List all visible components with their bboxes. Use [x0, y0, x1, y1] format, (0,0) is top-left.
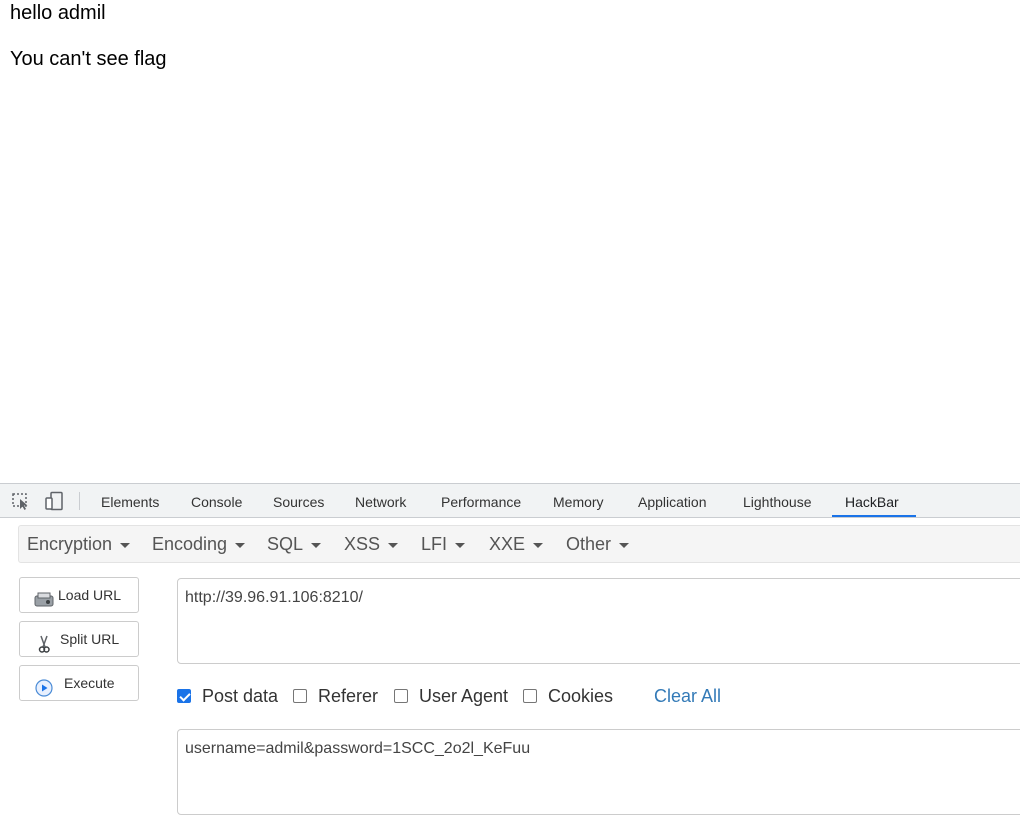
menu-sql-label: SQL [267, 534, 304, 554]
user-agent-label: User Agent [419, 686, 509, 706]
load-url-label: Load URL [58, 587, 122, 603]
tab-hackbar[interactable]: HackBar [832, 484, 916, 517]
tab-sources[interactable]: Sources [260, 484, 337, 517]
execute-label: Execute [64, 675, 115, 691]
caret-down-icon [388, 542, 399, 548]
menu-xxe-label: XXE [489, 534, 526, 554]
menu-sql[interactable]: SQL [267, 526, 322, 562]
execute-button[interactable]: Execute [19, 665, 139, 701]
menu-xxe[interactable]: XXE [489, 526, 544, 562]
tab-lighthouse[interactable]: Lighthouse [730, 484, 825, 517]
tab-application[interactable]: Application [625, 484, 720, 517]
user-agent-checkbox[interactable] [394, 689, 408, 703]
greeting-text: hello admil [10, 2, 106, 24]
menu-lfi[interactable]: LFI [421, 526, 466, 562]
load-url-button[interactable]: Load URL [19, 577, 139, 613]
devtools-tabbar: Elements Console Sources Network Perform… [0, 483, 1020, 518]
referer-checkbox[interactable] [293, 689, 307, 703]
clear-all-link[interactable]: Clear All [654, 685, 721, 707]
menu-encryption[interactable]: Encryption [27, 526, 131, 562]
tab-network[interactable]: Network [342, 484, 419, 517]
play-icon [34, 675, 54, 697]
post-data-textarea[interactable]: username=admil&password=1SCC_2o2l_KeFuu [177, 729, 1020, 815]
post-data-checkbox[interactable] [177, 689, 191, 703]
hackbar-menubar: Encryption Encoding SQL XSS LFI XXE Othe… [18, 525, 1020, 563]
load-url-icon [34, 587, 54, 607]
tab-memory[interactable]: Memory [540, 484, 617, 517]
tab-performance[interactable]: Performance [428, 484, 534, 517]
caret-down-icon [235, 542, 246, 548]
split-url-button[interactable]: Split URL [19, 621, 139, 657]
caret-down-icon [120, 542, 131, 548]
device-toolbar-icon[interactable] [44, 491, 66, 511]
flag-message-text: You can't see flag [10, 48, 167, 70]
referer-label: Referer [318, 686, 379, 706]
menu-xss-label: XSS [344, 534, 381, 554]
cookies-checkbox[interactable] [523, 689, 537, 703]
tab-console[interactable]: Console [178, 484, 255, 517]
caret-down-icon [311, 542, 322, 548]
url-textarea[interactable]: http://39.96.91.106:8210/ [177, 578, 1020, 664]
menu-xss[interactable]: XSS [344, 526, 399, 562]
menu-encoding[interactable]: Encoding [152, 526, 246, 562]
scissors-icon [34, 631, 54, 653]
caret-down-icon [619, 542, 630, 548]
menu-other-label: Other [566, 534, 612, 554]
caret-down-icon [455, 542, 466, 548]
inspect-element-icon[interactable] [11, 491, 33, 511]
menu-lfi-label: LFI [421, 534, 448, 554]
menu-encryption-label: Encryption [27, 534, 113, 554]
tab-elements[interactable]: Elements [88, 484, 172, 517]
post-data-label: Post data [202, 686, 279, 706]
menu-encoding-label: Encoding [152, 534, 228, 554]
cookies-label: Cookies [548, 686, 614, 706]
caret-down-icon [533, 542, 544, 548]
split-url-label: Split URL [60, 631, 120, 647]
devtools-panel: Elements Console Sources Network Perform… [0, 483, 1020, 815]
tabbar-separator [79, 492, 80, 510]
menu-other[interactable]: Other [566, 526, 630, 562]
